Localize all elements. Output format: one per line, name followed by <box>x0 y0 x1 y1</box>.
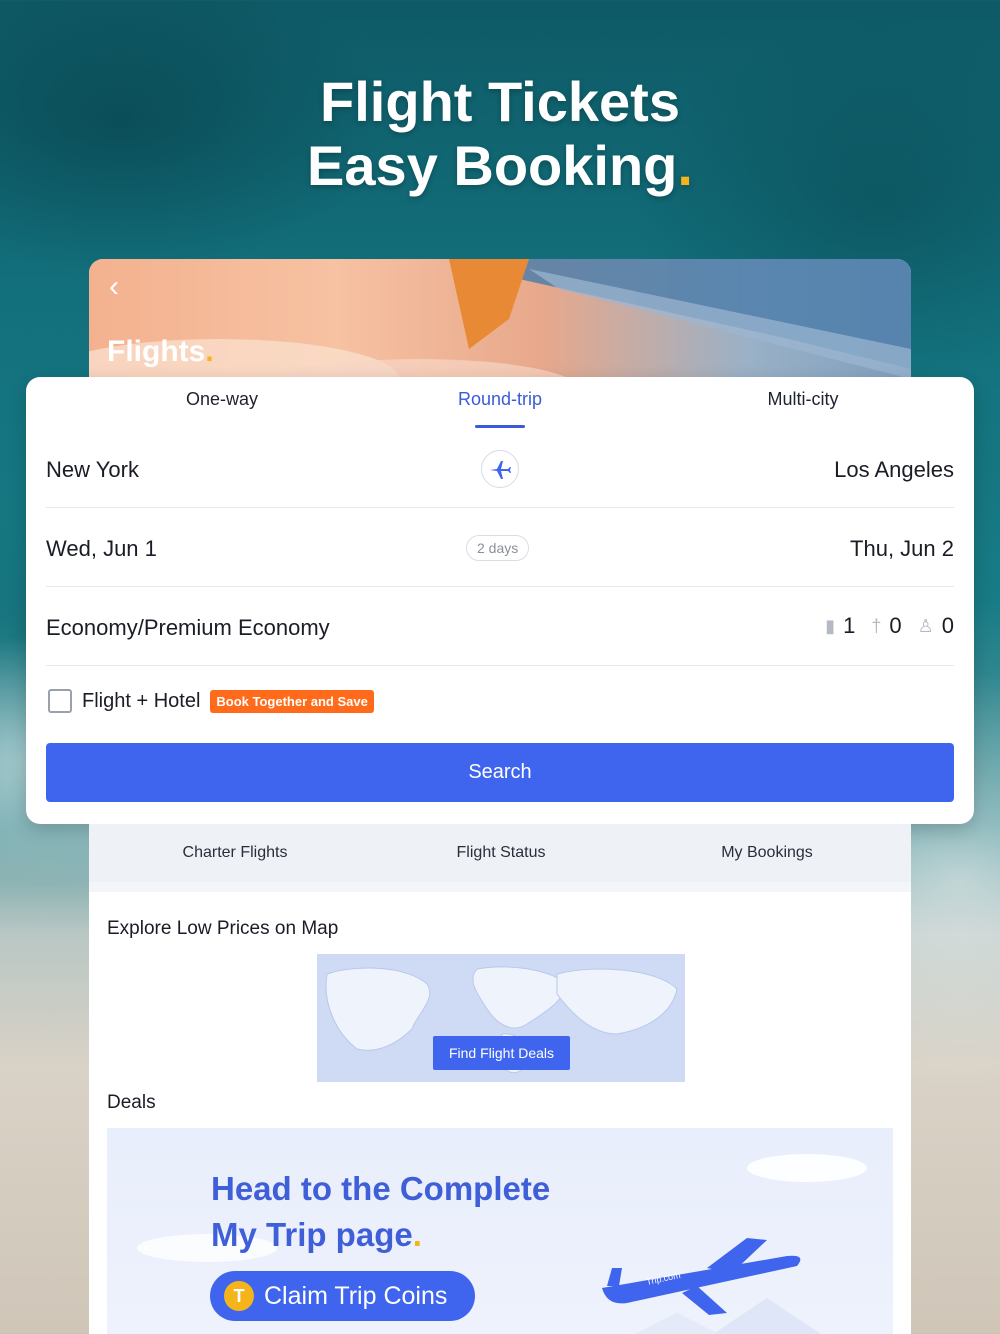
dates-row: Wed, Jun 1 2 days Thu, Jun 2 <box>46 508 954 587</box>
infant-icon: ♙ <box>917 615 934 636</box>
cabin-passengers-row: Economy/Premium Economy ▮ 1 † 0 ♙ 0 <box>46 587 954 666</box>
claim-button-label: Claim Trip Coins <box>264 1281 448 1310</box>
deal-headline-line2: My Trip page. <box>211 1216 422 1253</box>
depart-date[interactable]: Wed, Jun 1 <box>46 536 157 562</box>
page-title: Flights. <box>107 335 214 368</box>
quick-links-bar: Charter Flights Flight Status My Booking… <box>89 824 911 882</box>
trip-duration-badge: 2 days <box>466 535 530 561</box>
trip-type-tabs: One-way Round-trip Multi-city <box>26 377 974 429</box>
deals-title: Deals <box>107 1092 156 1113</box>
flight-hotel-checkbox[interactable] <box>48 689 72 713</box>
airplane-icon <box>490 461 511 479</box>
tab-multi-city[interactable]: Multi-city <box>703 389 903 410</box>
adult-icon: ▮ <box>825 615 836 636</box>
flight-hotel-option: Flight + Hotel Book Together and Save <box>48 689 374 713</box>
destination-city[interactable]: Los Angeles <box>834 457 954 483</box>
children-count[interactable]: † 0 <box>871 613 901 639</box>
cabin-class[interactable]: Economy/Premium Economy <box>46 615 330 641</box>
child-icon: † <box>871 615 882 636</box>
claim-trip-coins-button[interactable]: T Claim Trip Coins <box>210 1271 475 1321</box>
tab-round-trip[interactable]: Round-trip <box>400 389 600 410</box>
flight-status-link[interactable]: Flight Status <box>391 844 611 862</box>
active-tab-indicator <box>475 425 525 428</box>
origin-city[interactable]: New York <box>46 457 139 483</box>
adults-count[interactable]: ▮ 1 <box>825 613 855 639</box>
charter-flights-link[interactable]: Charter Flights <box>125 844 345 862</box>
world-map-preview[interactable]: Find Flight Deals <box>317 954 685 1082</box>
flight-hotel-label[interactable]: Flight + Hotel <box>82 690 200 713</box>
tab-one-way[interactable]: One-way <box>122 389 322 410</box>
promo-badge: Book Together and Save <box>210 689 374 713</box>
back-button[interactable]: ‹ <box>109 272 137 302</box>
find-flight-deals-button[interactable]: Find Flight Deals <box>433 1036 570 1070</box>
explore-map-title: Explore Low Prices on Map <box>107 918 339 939</box>
infants-count[interactable]: ♙ 0 <box>918 613 954 639</box>
swap-cities-button[interactable] <box>481 450 519 488</box>
my-bookings-link[interactable]: My Bookings <box>657 844 877 862</box>
return-date[interactable]: Thu, Jun 2 <box>850 536 954 562</box>
deal-banner[interactable]: Trip.com Head to the Complete My Trip pa… <box>107 1128 893 1334</box>
search-button[interactable]: Search <box>46 743 954 802</box>
route-row: New York Los Angeles <box>46 429 954 508</box>
main-content: Explore Low Prices on Map Find Flight De… <box>89 892 911 1334</box>
hero-title-line1: Flight Tickets <box>320 70 680 133</box>
hero-title-line2: Easy Booking. <box>307 134 693 197</box>
trip-coin-icon: T <box>224 1281 254 1311</box>
flight-search-card: One-way Round-trip Multi-city New York L… <box>26 377 974 824</box>
passenger-counts[interactable]: ▮ 1 † 0 ♙ 0 <box>825 613 954 639</box>
deal-headline-line1: Head to the Complete <box>211 1170 551 1207</box>
